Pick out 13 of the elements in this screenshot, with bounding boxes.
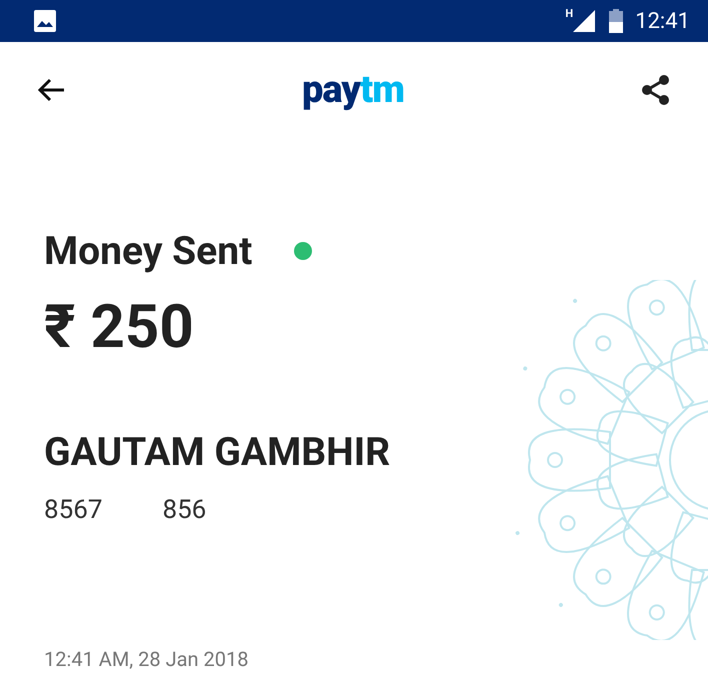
battery-icon xyxy=(609,9,624,33)
amount: ₹ 250 xyxy=(44,290,195,362)
logo: paytm xyxy=(302,70,404,108)
timestamp: 12:41 AM, 28 Jan 2018 xyxy=(44,646,250,673)
status-title: Money Sent xyxy=(44,227,252,276)
network-type: H xyxy=(565,6,574,22)
recipient-name: GAUTAM GAMBHIR xyxy=(44,428,392,476)
image-icon xyxy=(34,10,56,32)
signal-icon xyxy=(573,10,596,32)
phone-number: 8567 xyxy=(44,494,102,527)
share-button[interactable] xyxy=(640,74,672,106)
clock: 12:41 xyxy=(635,8,690,36)
phone-number: 856 xyxy=(162,494,206,527)
